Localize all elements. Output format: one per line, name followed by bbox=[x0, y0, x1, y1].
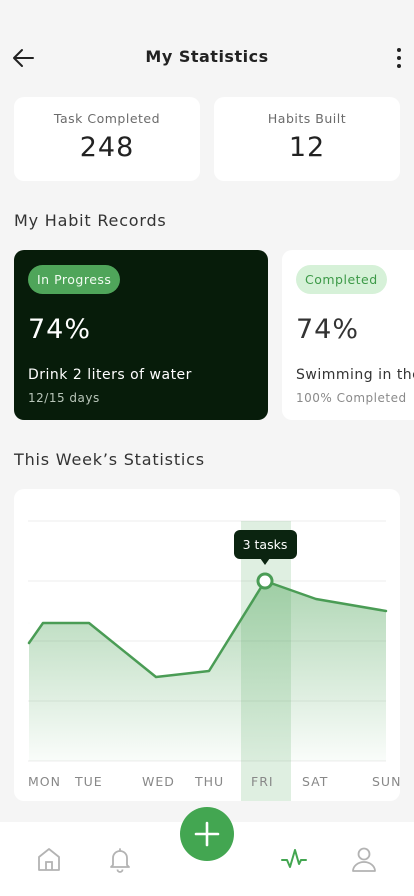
x-tick-label: TUE bbox=[74, 774, 103, 789]
habit-carousel[interactable]: In Progress 74% Drink 2 liters of water … bbox=[0, 250, 414, 420]
status-badge: Completed bbox=[296, 265, 387, 294]
add-button[interactable] bbox=[180, 807, 234, 861]
stat-card-habits: Habits Built 12 bbox=[214, 97, 400, 181]
user-icon[interactable] bbox=[349, 844, 379, 874]
home-icon[interactable] bbox=[34, 844, 64, 874]
tooltip-label: 3 tasks bbox=[243, 537, 288, 552]
stat-card-tasks: Task Completed 248 bbox=[14, 97, 200, 181]
habit-percent: 74% bbox=[296, 314, 360, 345]
stat-label: Task Completed bbox=[53, 111, 161, 126]
x-tick-label: WED bbox=[142, 774, 175, 789]
page-title: My Statistics bbox=[145, 47, 269, 66]
habit-progress: 12/15 days bbox=[28, 391, 100, 405]
habit-card[interactable]: Completed 74% Swimming in the 100% Compl… bbox=[282, 250, 414, 420]
add-icon bbox=[194, 821, 220, 847]
header: My Statistics bbox=[0, 36, 414, 80]
x-tick-label: MON bbox=[28, 774, 61, 789]
activity-icon[interactable] bbox=[279, 844, 309, 874]
section-title-habits: My Habit Records bbox=[14, 211, 167, 230]
stat-value: 248 bbox=[79, 132, 135, 163]
x-tick-label: SAT bbox=[302, 774, 328, 789]
bell-icon[interactable] bbox=[105, 844, 135, 874]
habit-progress: 100% Completed bbox=[296, 391, 407, 405]
stat-value: 12 bbox=[288, 132, 326, 163]
habit-name: Drink 2 liters of water bbox=[28, 367, 192, 383]
x-tick-label: FRI bbox=[251, 774, 274, 789]
highlight-point bbox=[256, 572, 274, 590]
habit-card[interactable]: In Progress 74% Drink 2 liters of water … bbox=[14, 250, 268, 420]
habit-name: Swimming in the bbox=[296, 367, 414, 383]
section-title-week: This Week’s Statistics bbox=[14, 450, 205, 469]
status-badge: In Progress bbox=[28, 265, 121, 294]
stat-label: Habits Built bbox=[267, 111, 347, 126]
x-tick-label: THU bbox=[194, 774, 224, 789]
chart-svg: MON TUE WED THU FRI SAT SUN 3 tasks bbox=[27, 520, 400, 801]
more-vertical-icon[interactable] bbox=[392, 44, 406, 72]
weekly-chart: MON TUE WED THU FRI SAT SUN 3 tasks bbox=[14, 489, 400, 801]
x-tick-label: SUN bbox=[372, 774, 400, 789]
habit-percent: 74% bbox=[28, 314, 92, 345]
